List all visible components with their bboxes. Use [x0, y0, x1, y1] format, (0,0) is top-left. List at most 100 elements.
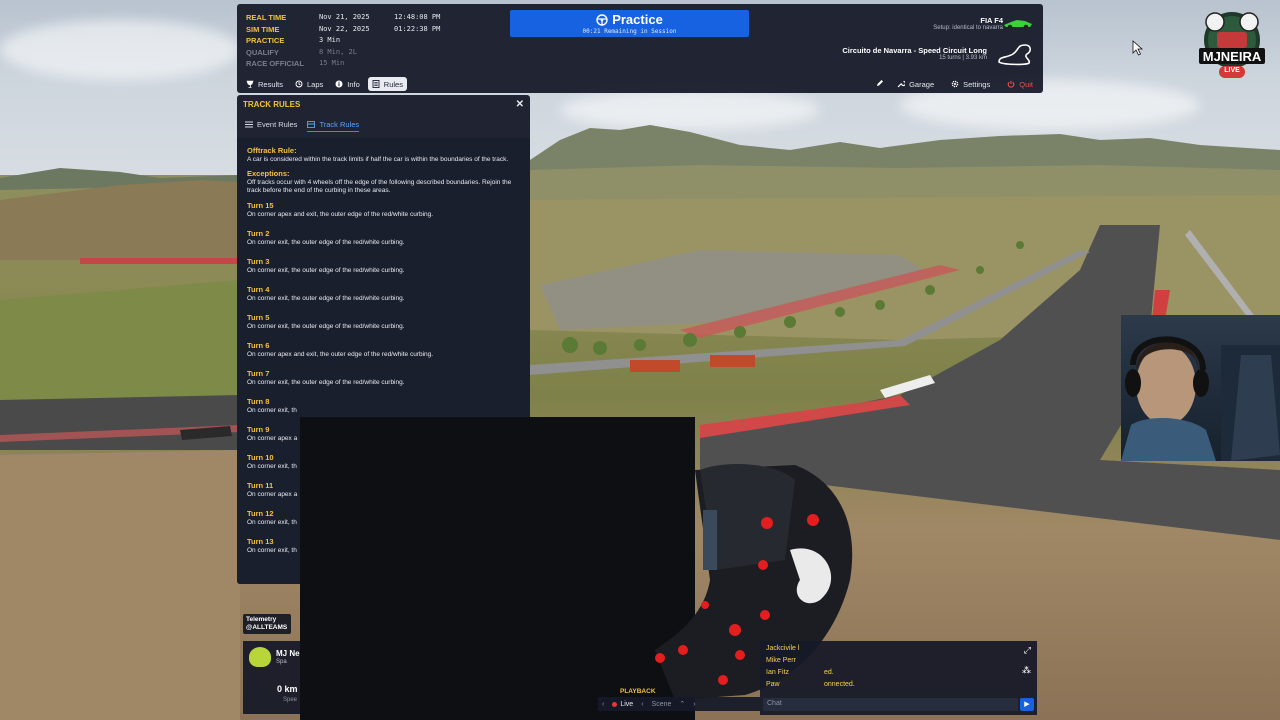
track-meta: 15 turns | 3.93 km — [939, 55, 987, 61]
session-info: Real Time Nov 21, 2025 12:48:08 PM Sim T… — [246, 12, 440, 70]
tab-track-rules[interactable]: Track Rules — [307, 117, 360, 132]
chat-line: Paw — [766, 681, 780, 688]
webcam-person — [1121, 336, 1280, 461]
turn-heading: Turn 8 — [247, 396, 270, 406]
close-icon[interactable]: ✕ — [516, 99, 524, 110]
chevron-left-icon[interactable]: ‹ — [641, 701, 643, 708]
session-time: 01:22:38 PM — [394, 24, 441, 33]
trophy-icon — [246, 80, 254, 88]
session-label: PRACTICE — [246, 36, 285, 45]
rules-header: TRACK RULES ✕ — [237, 95, 530, 113]
send-button[interactable]: ▶ — [1020, 698, 1034, 711]
turn-text: On corner exit, the outer edge of the re… — [247, 294, 405, 302]
live-button[interactable]: Live — [612, 701, 633, 708]
exceptions: Exceptions: Off tracks occur with 4 whee… — [247, 169, 520, 195]
track-flag-icon — [307, 120, 316, 128]
turn-heading: Turn 5 — [247, 312, 270, 322]
turn-heading: Turn 15 — [247, 200, 274, 210]
turn-rule: Turn 5 On corner exit, the outer edge of … — [247, 313, 520, 341]
track-map-icon — [998, 44, 1031, 66]
chat-input[interactable]: Chat — [763, 698, 1018, 711]
history-icon — [295, 80, 303, 88]
session-date: Nov 21, 2025 — [319, 13, 370, 21]
turn-text: On corner exit, th — [247, 406, 297, 414]
helmet-icon — [249, 647, 271, 667]
car-info: FIA F4 Setup: identical to navarra — [933, 16, 1003, 31]
webcam-feed — [1121, 315, 1280, 461]
tab-results[interactable]: Results — [242, 77, 287, 91]
playback-label: PLAYBACK — [620, 688, 656, 695]
tab-rules[interactable]: Rules — [367, 77, 407, 91]
session-row-practice: PRACTICE 3 Min — [246, 35, 440, 47]
tab-label: Rules — [383, 79, 403, 89]
session-remaining: 00:21 Remaining in Session — [582, 28, 677, 35]
driver-flag: Spa — [276, 659, 287, 665]
quit-label: Quit — [1019, 79, 1033, 89]
quit-button[interactable]: Quit — [1003, 77, 1037, 91]
streamer-logo-sub: LIVE — [1224, 67, 1240, 74]
tab-event-rules[interactable]: Event Rules — [245, 117, 297, 132]
offtrack-heading: Offtrack Rule: — [247, 146, 297, 155]
chat-panel: Jackcivile l Mike Perr Ian Fitz ed. Paw … — [760, 641, 1037, 715]
exceptions-heading: Exceptions: — [247, 169, 290, 179]
tab-laps[interactable]: Laps — [291, 77, 327, 91]
chevron-left-icon[interactable]: ‹ — [602, 701, 604, 708]
turn-heading: Turn 6 — [247, 340, 270, 350]
turn-text: On corner exit, the outer edge of the re… — [247, 266, 405, 274]
track-info: Circuito de Navarra - Speed Circuit Long… — [842, 46, 987, 61]
session-label: RACE OFFICIAL — [246, 59, 304, 68]
tab-info[interactable]: Info — [331, 77, 364, 91]
driver-name: MJ Ne — [276, 649, 300, 658]
session-top-bar: Real Time Nov 21, 2025 12:48:08 PM Sim T… — [237, 4, 1043, 93]
steering-wheel-icon — [596, 14, 608, 26]
list-icon — [245, 121, 253, 128]
gear-icon — [951, 80, 959, 88]
session-status-title: Practice — [612, 12, 663, 27]
turn-text: On corner apex and exit, the outer edge … — [247, 350, 434, 358]
mouse-cursor-icon — [1132, 40, 1144, 56]
chat-line: Ian Fitz — [766, 669, 789, 676]
session-tabs: Results Laps Info Rules — [242, 77, 407, 91]
chat-line: Jackcivile l — [766, 645, 800, 652]
turn-heading: Turn 7 — [247, 368, 270, 378]
exceptions-text: Off tracks occur with 4 wheels off the e… — [247, 179, 512, 195]
session-duration: 15 Min — [319, 59, 345, 67]
expand-icon[interactable]: ⤢ — [1024, 645, 1031, 656]
session-status-banner[interactable]: Practice 00:21 Remaining in Session — [510, 10, 749, 37]
garage-button[interactable]: Garage — [893, 77, 938, 91]
rules-tab-label: Event Rules — [257, 120, 298, 129]
info-icon — [335, 80, 343, 88]
offtrack-text: A car is considered within the track lim… — [247, 156, 509, 163]
playback-controls: PLAYBACK ‹ Live ‹ Scene ⌃ › — [598, 688, 760, 715]
settings-label: Settings — [963, 79, 991, 89]
car-name: FIA F4 — [980, 16, 1003, 25]
users-icon[interactable]: ⁂ — [1022, 665, 1031, 676]
chat-line-suffix: onnected. — [824, 681, 855, 688]
scene-label[interactable]: Scene — [652, 701, 672, 708]
tab-label: Results — [258, 79, 284, 89]
turn-rule: Turn 7 On corner exit, the outer edge of … — [247, 369, 520, 397]
driver-speed: 0 km — [277, 684, 298, 694]
turn-heading: Turn 2 — [247, 228, 270, 238]
pencil-icon — [877, 80, 884, 86]
track-name: Circuito de Navarra - Speed Circuit Long — [842, 46, 987, 55]
turn-text: On corner exit, the outer edge of the re… — [247, 322, 405, 330]
chevron-right-icon[interactable]: › — [693, 701, 695, 708]
chevron-up-icon[interactable]: ⌃ — [679, 700, 685, 708]
session-row-qualify: QUALIFY 8 Min, 2L — [246, 47, 440, 59]
driver-card: MJ Ne Spa 0 km Spee — [243, 641, 300, 714]
telemetry-tag: Telemetry @ALLTEAMS — [243, 614, 291, 634]
turn-text: On corner exit, the outer edge of the re… — [247, 378, 405, 386]
live-dot-icon — [612, 701, 618, 707]
turn-rule: Turn 2 On corner exit, the outer edge of … — [247, 229, 520, 257]
rules-tab-label: Track Rules — [319, 119, 360, 129]
live-label: Live — [620, 700, 634, 708]
telemetry-line1: Telemetry — [246, 616, 277, 623]
session-row-real-time: Real Time Nov 21, 2025 12:48:08 PM — [246, 12, 440, 24]
turn-rule: Turn 6 On corner apex and exit, the outer… — [247, 341, 520, 369]
playback-bar: ‹ Live ‹ Scene ⌃ › — [598, 697, 760, 711]
settings-button[interactable]: Settings — [947, 77, 994, 91]
turn-heading: Turn 4 — [247, 284, 270, 294]
garage-label: Garage — [909, 79, 935, 89]
edit-button[interactable] — [876, 79, 884, 89]
